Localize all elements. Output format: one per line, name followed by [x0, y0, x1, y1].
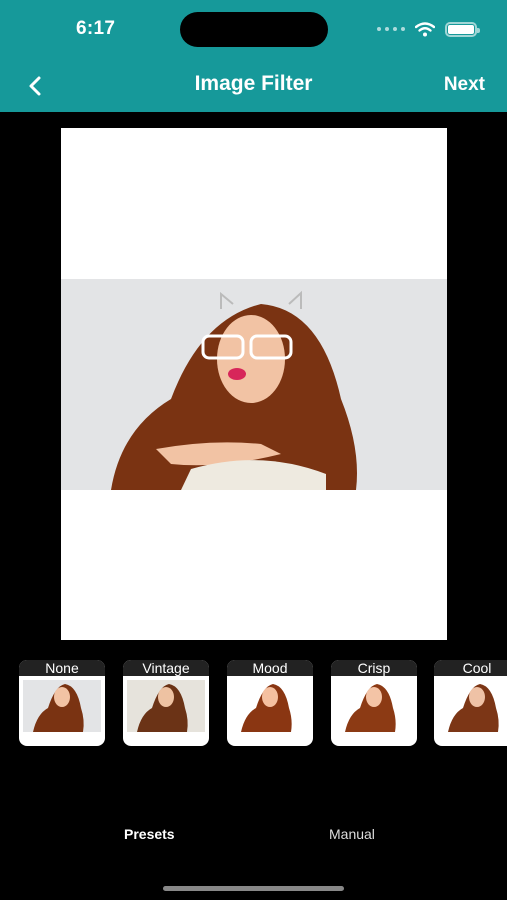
preset-label: Vintage — [123, 660, 209, 676]
thumbnail-image — [23, 680, 101, 732]
status-icons — [377, 18, 480, 40]
thumbnail-image — [127, 680, 205, 732]
preset-label: Mood — [227, 660, 313, 676]
dynamic-island — [180, 12, 328, 47]
tab-presets[interactable]: Presets — [124, 826, 175, 842]
preset-none[interactable]: None — [19, 660, 105, 746]
home-indicator — [163, 886, 344, 891]
top-bar: 6:17 Image Filter Next — [0, 0, 507, 112]
page-title: Image Filter — [194, 72, 313, 95]
preset-thumbnail — [438, 680, 507, 732]
preset-thumbnail — [231, 680, 309, 732]
preset-strip[interactable]: None Vintage Mood Crisp Cool — [0, 660, 507, 750]
preset-vintage[interactable]: Vintage — [123, 660, 209, 746]
preset-thumbnail — [335, 680, 413, 732]
tab-manual[interactable]: Manual — [329, 826, 375, 842]
next-button[interactable]: Next — [444, 74, 485, 96]
preset-mood[interactable]: Mood — [227, 660, 313, 746]
preset-thumbnail — [127, 680, 205, 732]
thumbnail-image — [438, 680, 507, 732]
wifi-icon — [415, 21, 435, 36]
portrait-image — [61, 279, 447, 490]
preview-photo — [61, 279, 447, 490]
battery-icon — [445, 21, 480, 37]
cellular-signal-icon — [377, 27, 405, 31]
thumbnail-image — [231, 680, 309, 732]
preset-label: Crisp — [331, 660, 417, 676]
preset-crisp[interactable]: Crisp — [331, 660, 417, 746]
image-canvas — [61, 128, 447, 640]
status-time: 6:17 — [76, 18, 116, 39]
preset-thumbnail — [23, 680, 101, 732]
preset-cool[interactable]: Cool — [434, 660, 507, 746]
thumbnail-image — [335, 680, 413, 732]
preset-label: Cool — [434, 660, 507, 676]
preset-label: None — [19, 660, 105, 676]
